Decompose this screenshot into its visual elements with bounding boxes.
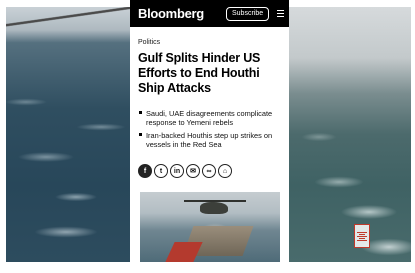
link-icon[interactable]: ∞ — [202, 164, 216, 178]
email-icon[interactable]: ✉ — [186, 164, 200, 178]
linkedin-icon[interactable]: in — [170, 164, 184, 178]
article-screen: Bloomberg Subscribe Politics Gulf Splits… — [130, 0, 289, 262]
subscribe-button[interactable]: Subscribe — [226, 7, 270, 21]
brand-logo[interactable]: Bloomberg — [138, 6, 204, 21]
ship-bow — [165, 242, 203, 262]
facebook-icon[interactable]: f — [138, 164, 152, 178]
rope-image-detail — [6, 7, 130, 31]
summary-bullets: Saudi, UAE disagreements complicate resp… — [139, 109, 281, 149]
gift-icon[interactable]: ⌂ — [218, 164, 232, 178]
helicopter — [200, 202, 228, 214]
sea-background-left — [6, 7, 130, 262]
channel-logo-icon — [354, 224, 370, 248]
twitter-icon[interactable]: t — [154, 164, 168, 178]
article-photo — [140, 192, 280, 262]
video-frame: Bloomberg Subscribe Politics Gulf Splits… — [0, 0, 415, 273]
share-bar: f t in ✉ ∞ ⌂ — [138, 164, 232, 178]
section-label[interactable]: Politics — [138, 39, 289, 46]
top-navigation-bar: Bloomberg Subscribe — [130, 0, 289, 27]
summary-bullet: Iran-backed Houthis step up strikes on v… — [139, 131, 281, 149]
sea-background-right — [289, 7, 411, 262]
hamburger-menu-icon[interactable] — [277, 10, 284, 17]
article-headline: Gulf Splits Hinder US Efforts to End Hou… — [138, 51, 261, 95]
summary-bullet: Saudi, UAE disagreements complicate resp… — [139, 109, 281, 127]
